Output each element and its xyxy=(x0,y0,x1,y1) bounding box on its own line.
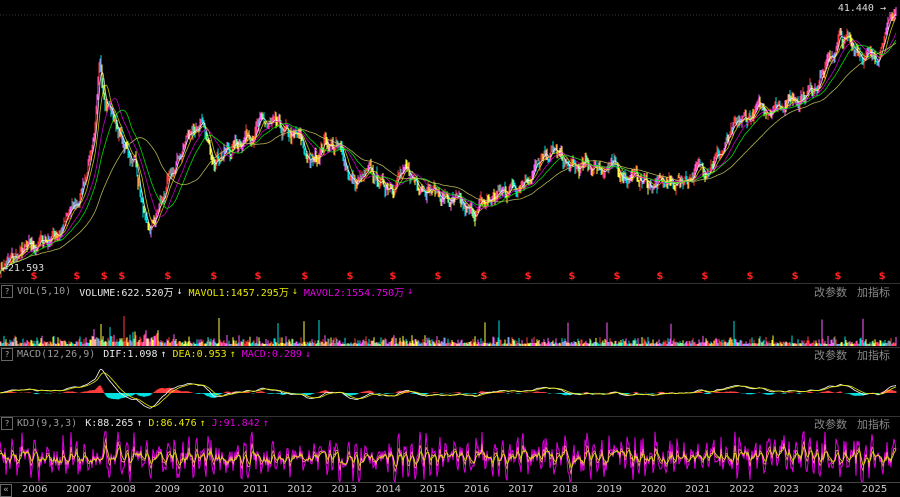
dividend-marker: $ xyxy=(656,271,663,282)
up-arrow-icon: ↑ xyxy=(136,418,143,429)
dividend-marker: $ xyxy=(525,271,532,282)
x-tick-label: 2023 xyxy=(773,484,799,495)
x-tick-label: 2008 xyxy=(110,484,136,495)
scroll-left-button[interactable]: « xyxy=(0,484,12,497)
kdj-panel xyxy=(0,430,897,485)
x-tick-label: 2019 xyxy=(596,484,623,495)
dividend-marker: $ xyxy=(792,271,799,282)
dividend-marker: $ xyxy=(73,271,80,282)
mavol2-value: MAVOL2:1554.750万 xyxy=(303,288,405,299)
down-arrow-icon: ↓ xyxy=(304,349,311,360)
up-arrow-icon: ↑ xyxy=(229,349,236,360)
dividend-marker: $ xyxy=(101,271,108,282)
x-tick-label: 2018 xyxy=(552,484,578,495)
macd-name[interactable]: MACD(12,26,9) xyxy=(17,349,95,360)
help-button[interactable]: ? xyxy=(1,285,13,298)
x-tick-label: 2025 xyxy=(861,484,888,495)
up-arrow-icon: ↑ xyxy=(160,349,167,360)
dividend-marker: $ xyxy=(480,271,487,282)
k-value: K:88.265 xyxy=(85,418,134,429)
add-indicator-button[interactable]: 加指标 xyxy=(857,418,890,431)
volume-panel xyxy=(0,316,897,346)
dif-line xyxy=(0,368,897,409)
ma5-line xyxy=(0,13,897,274)
vol-header: ? VOL(5,10) VOLUME:622.520万 ↓ MAVOL1:1457… xyxy=(0,284,900,299)
price-low-label: ←21.593 xyxy=(2,263,45,274)
dividend-marker: $ xyxy=(746,271,753,282)
x-tick-label: 2022 xyxy=(729,484,755,495)
x-tick-label: 2024 xyxy=(817,484,844,495)
dividend-marker: $ xyxy=(834,271,841,282)
macd-panel xyxy=(0,368,897,409)
up-arrow-icon: ↑ xyxy=(262,418,269,429)
modify-params-button[interactable]: 改参数 xyxy=(814,418,847,431)
dividend-marker: $ xyxy=(613,271,620,282)
x-tick-label: 2013 xyxy=(331,484,357,495)
x-tick-label: 2016 xyxy=(464,484,490,495)
down-arrow-icon: ↓ xyxy=(176,286,183,297)
dividend-marker: $ xyxy=(118,271,125,282)
dividend-marker: $ xyxy=(568,271,575,282)
dividend-markers: $ $ $ $ $ $ $ $ $ $ $ $ $ $ $ $ $ $ $ $ $ xyxy=(30,271,885,282)
help-button[interactable]: ? xyxy=(1,348,13,361)
up-arrow-icon: ↑ xyxy=(199,418,206,429)
x-tick-label: 2020 xyxy=(640,484,667,495)
x-tick-label: 2021 xyxy=(685,484,711,495)
dividend-marker: $ xyxy=(255,271,262,282)
dividend-marker: $ xyxy=(701,271,708,282)
j-value: J:91.842 xyxy=(211,418,260,429)
x-tick-label: 2007 xyxy=(66,484,92,495)
x-tick-label: 2017 xyxy=(508,484,534,495)
down-arrow-icon: ↓ xyxy=(291,286,298,297)
dividend-marker: $ xyxy=(346,271,353,282)
help-button[interactable]: ? xyxy=(1,417,13,430)
volume-value: VOLUME:622.520万 xyxy=(79,288,174,299)
dea-line xyxy=(0,372,897,408)
macd-header: ? MACD(12,26,9) DIF:1.098 ↑ DEA:0.953 ↑ MA… xyxy=(0,347,900,362)
x-tick-label: 2009 xyxy=(154,484,181,495)
kdj-header: ? KDJ(9,3,3) K:88.265 ↑ D:86.476 ↑ J:91.84… xyxy=(0,416,900,431)
down-arrow-icon: ↓ xyxy=(407,286,414,297)
dividend-marker: $ xyxy=(164,271,171,282)
dividend-marker: $ xyxy=(434,271,441,282)
dividend-marker: $ xyxy=(389,271,396,282)
modify-params-button[interactable]: 改参数 xyxy=(814,349,847,362)
dividend-marker: $ xyxy=(301,271,308,282)
ma20-line xyxy=(0,32,897,274)
x-tick-label: 2014 xyxy=(375,484,402,495)
modify-params-button[interactable]: 改参数 xyxy=(814,286,847,299)
mavol1-value: MAVOL1:1457.295万 xyxy=(188,288,289,299)
macd-value: MACD:0.289 xyxy=(241,349,302,360)
dea-value: DEA:0.953 xyxy=(172,349,227,360)
vol-name[interactable]: VOL(5,10) xyxy=(17,286,71,297)
x-axis: « 2006 2007 2008 2009 2010 2011 2012 2013 2014 20… xyxy=(0,482,900,497)
x-tick-label: 2011 xyxy=(243,484,269,495)
x-tick-label: 2010 xyxy=(198,484,225,495)
dividend-marker: $ xyxy=(210,271,217,282)
add-indicator-button[interactable]: 加指标 xyxy=(857,286,890,299)
kdj-name[interactable]: KDJ(9,3,3) xyxy=(17,418,77,429)
x-tick-label: 2012 xyxy=(287,484,313,495)
add-indicator-button[interactable]: 加指标 xyxy=(857,349,890,362)
x-tick-label: 2015 xyxy=(419,484,446,495)
price-panel xyxy=(0,6,897,278)
dif-value: DIF:1.098 xyxy=(103,349,158,360)
d-value: D:86.476 xyxy=(148,418,197,429)
x-tick-label: 2006 xyxy=(22,484,48,495)
price-high-label: 41.440 → xyxy=(837,3,886,14)
dividend-marker: $ xyxy=(879,271,886,282)
